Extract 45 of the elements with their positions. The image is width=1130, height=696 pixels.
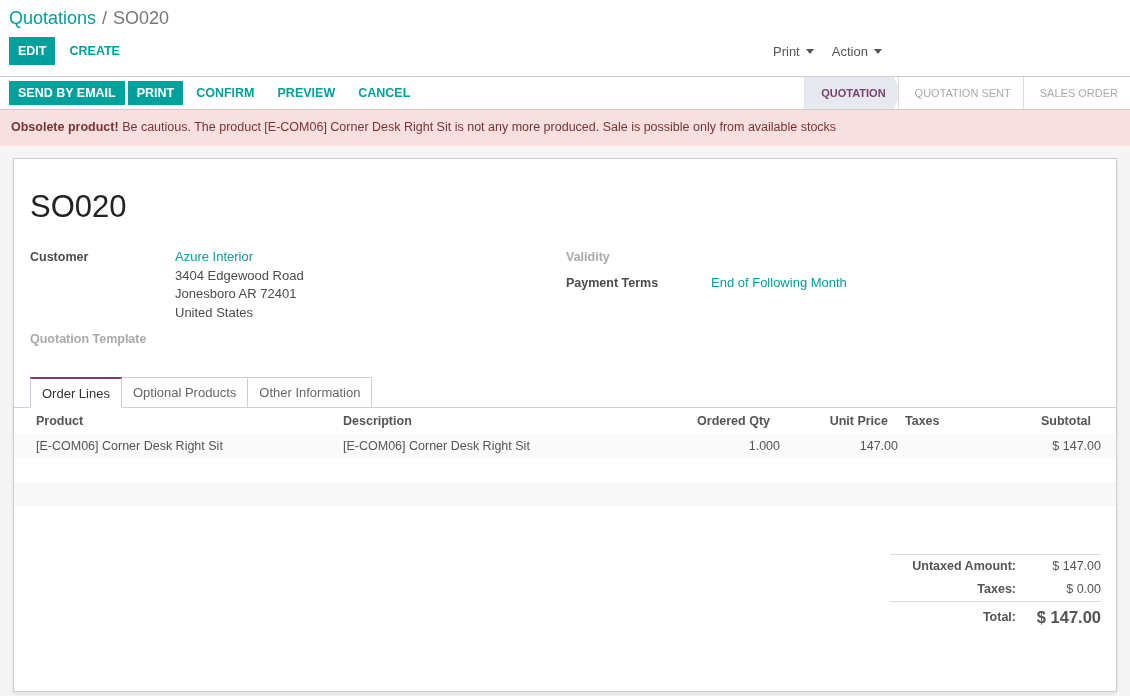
record-title: SO020 — [30, 188, 128, 226]
link-button[interactable]: CONFIRM — [186, 81, 265, 105]
column-header[interactable]: Product — [36, 414, 343, 428]
dropdown-button[interactable]: Action — [827, 43, 886, 59]
total-value: $ 0.00 — [1065, 581, 1101, 598]
column-header[interactable]: Description — [343, 414, 643, 428]
table-cell-text: $ 147.00 — [1051, 439, 1101, 453]
total-value: $ 147.00 — [1016, 601, 1101, 630]
link-button[interactable]: CANCEL — [348, 81, 421, 105]
dropdown-button[interactable]: Print — [769, 43, 818, 59]
total-label: Total: — [890, 601, 1016, 630]
table-cell-text: 1.000 — [747, 439, 780, 453]
field-label: Quotation Template — [30, 331, 148, 348]
field-label: Payment Terms — [566, 275, 660, 292]
field-value: 3404 Edgewood Road — [175, 266, 305, 285]
column-header[interactable]: Unit Price — [780, 414, 898, 428]
column-header[interactable]: Subtotal — [999, 414, 1101, 428]
primary-button[interactable]: EDIT — [9, 37, 56, 65]
caret-icon — [805, 48, 814, 54]
total-label: Taxes: — [976, 581, 1016, 598]
field-value: United States — [175, 303, 255, 322]
primary-button[interactable]: SEND BY EMAIL — [9, 81, 125, 105]
field-label: Validity — [566, 249, 611, 266]
breadcrumb-link[interactable]: Quotations — [9, 8, 97, 29]
warning-message: Obsolete product! Be cautious. The product [E-COM06] Corner Desk Right Sit is not any more produced. Sale is possible only from available stocks — [0, 110, 1130, 146]
table-cell-text: [E-COM06] Corner Desk Right Sit — [343, 439, 531, 453]
tab[interactable]: Other Information — [248, 377, 373, 408]
field-link[interactable]: Azure Interior — [175, 248, 566, 267]
field-label: Customer — [30, 249, 90, 266]
column-header[interactable]: Taxes — [898, 414, 1000, 428]
total-value: $ 147.00 — [1051, 558, 1101, 575]
table-cell-text: 147.00 — [858, 439, 898, 453]
field-link[interactable]: End of Following Month — [711, 274, 847, 293]
link-button[interactable]: PREVIEW — [267, 81, 346, 105]
column-header[interactable]: Ordered Qty — [643, 414, 780, 428]
tab[interactable]: Optional Products — [121, 377, 249, 408]
link-button[interactable]: CREATE — [59, 37, 130, 65]
tab[interactable]: Order Lines — [30, 377, 122, 408]
field-value: Jonesboro AR 72401 — [175, 285, 298, 303]
primary-button[interactable]: PRINT — [127, 81, 184, 105]
breadcrumb-current: SO020 — [113, 8, 170, 29]
breadcrumb-separator: / — [102, 8, 108, 29]
caret-icon — [873, 48, 882, 54]
table-cell-text: [E-COM06] Corner Desk Right Sit — [36, 439, 224, 453]
total-label: Untaxed Amount: — [911, 558, 1016, 575]
